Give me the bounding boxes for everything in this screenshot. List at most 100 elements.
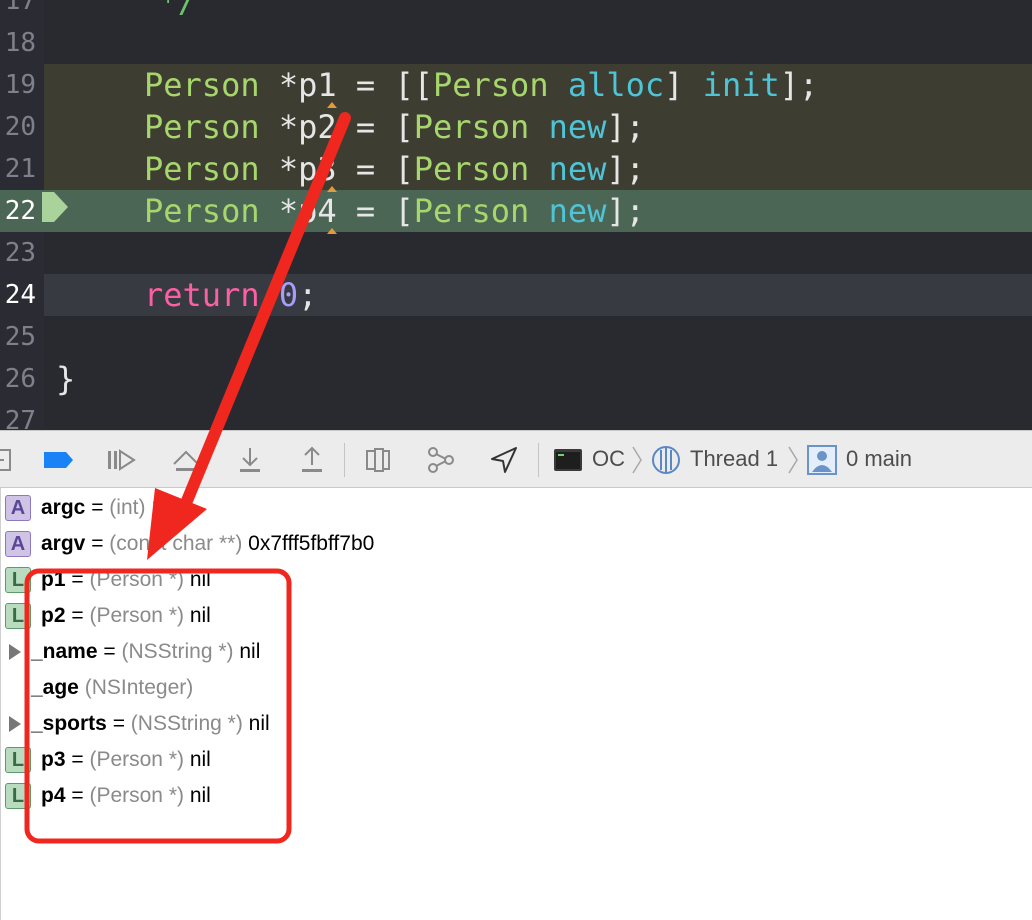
argument-badge-icon: A [5,531,31,557]
stack-frame-name[interactable]: 0 main [846,446,912,472]
variable-value: nil [183,748,211,771]
variable-type: (Person *) [89,568,184,591]
column-marker [327,186,337,192]
line-number: 24 [4,280,36,310]
variable-row[interactable]: Lp2 = (Person *) nil [1,598,1032,634]
code-token: alloc [567,66,665,104]
code-line[interactable]: 21 Person *p3 = [Person new]; [0,148,1032,190]
code-token: new [548,150,607,188]
line-gutter[interactable]: 19 [0,64,44,106]
step-over-icon[interactable] [170,444,202,476]
disclosure-triangle-icon[interactable] [9,716,21,732]
code-line[interactable]: 19 Person *p1 = [[Person alloc] init]; [0,64,1032,106]
code-token: } [56,360,76,398]
variable-equals: = [85,532,110,555]
process-name[interactable]: OC [592,446,625,472]
simulate-location-icon[interactable] [488,444,520,476]
variable-equals: = [106,712,131,735]
line-number: 27 [4,406,36,430]
variable-text: p3 = (Person *) nil [41,748,211,772]
code-token: 0 [278,276,299,314]
thread-icon [652,446,680,474]
code-token: ] [664,66,703,104]
variable-value: 0x7fff5fbff7b0 [242,532,375,555]
column-marker [327,228,337,234]
disclosure-triangle-icon[interactable] [9,644,21,660]
line-gutter[interactable]: 20 [0,106,44,148]
code-line[interactable]: 27 [0,400,1032,430]
variable-type: (Person *) [89,748,184,771]
line-gutter[interactable]: 26 [0,358,44,400]
code-line[interactable]: 17 */ [0,0,1032,22]
variable-row[interactable]: Lp3 = (Person *) nil [1,742,1032,778]
instruction-pointer-icon[interactable] [42,192,70,222]
variable-name: p4 [41,784,66,807]
variable-name: argc [41,496,86,519]
variable-row[interactable]: Aargv = (const char **) 0x7fff5fbff7b0 [1,526,1032,562]
thread-name[interactable]: Thread 1 [690,446,778,472]
toolbar-separator [344,443,345,477]
variable-value: nil [183,784,211,807]
code-line[interactable]: 23 [0,232,1032,274]
code-line[interactable]: 22 Person *p4 = [Person new]; [0,190,1032,232]
line-gutter[interactable]: 21 [0,148,44,190]
code-token: *p3 = [ [259,150,414,188]
code-text: Person *p4 = [Person new]; [144,190,645,232]
variable-row[interactable]: Aargc = (int) 1 [1,490,1032,526]
variable-equals: = [85,496,110,519]
code-text: Person *p1 = [[Person alloc] init]; [144,64,818,106]
line-gutter[interactable]: 24 [0,274,44,316]
debug-view-hierarchy-icon[interactable] [362,444,394,476]
code-token: Person [144,108,260,146]
hide-debug-area-icon[interactable] [0,444,18,476]
line-gutter[interactable]: 27 [0,400,44,430]
line-gutter[interactable]: 17 [0,0,44,22]
variable-row[interactable]: _age (NSInteger) [1,670,1032,706]
code-editor[interactable]: 17 */18 19 Person *p1 = [[Person alloc] in… [0,0,1032,430]
code-line[interactable]: 25 [0,316,1032,358]
local-variable-badge-icon: L [5,747,31,773]
debug-toolbar: OC Thread 1 0 main [0,430,1032,488]
continue-icon[interactable] [104,444,136,476]
line-number: 23 [4,238,36,268]
code-token: ; [298,276,318,314]
variable-text: argc = (int) 1 [41,496,163,520]
code-token: Person [413,150,530,188]
local-variable-badge-icon: L [5,567,31,593]
terminal-app-icon [554,449,582,471]
toolbar-separator [538,443,539,477]
variable-row[interactable]: _sports = (NSString *) nil [1,706,1032,742]
line-gutter[interactable]: 18 [0,22,44,64]
code-line[interactable]: 18 [0,22,1032,64]
line-gutter[interactable]: 25 [0,316,44,358]
variable-text: argv = (const char **) 0x7fff5fbff7b0 [41,532,374,556]
variable-row[interactable]: Lp4 = (Person *) nil [1,778,1032,814]
step-into-icon[interactable] [234,444,266,476]
code-line[interactable]: 26} [0,358,1032,400]
variable-row[interactable]: _name = (NSString *) nil [1,634,1032,670]
code-line[interactable]: 20 Person *p2 = [Person new]; [0,106,1032,148]
code-token: *p1 = [[ [259,66,433,104]
variable-text: _name = (NSString *) nil [31,640,260,664]
variable-type: (Person *) [89,784,184,807]
step-out-icon[interactable] [296,444,328,476]
breakpoints-toggle-icon[interactable] [42,444,74,476]
variable-name: _age [31,676,79,699]
variable-type: (NSInteger) [84,676,194,699]
line-gutter[interactable]: 23 [0,232,44,274]
line-number: 21 [4,154,36,184]
variable-value: nil [233,640,261,663]
debug-memory-graph-icon[interactable] [424,444,456,476]
variables-view[interactable]: Aargc = (int) 1 Aargv = (const char **) 0… [0,488,1032,920]
variable-name: p3 [41,748,66,771]
code-token: ]; [606,150,645,188]
variable-equals: = [65,784,90,807]
code-token: new [548,108,607,146]
line-gutter[interactable]: 22 [0,190,44,232]
chevron-right-icon [788,446,798,474]
variable-value: nil [242,712,270,735]
variable-row[interactable]: Lp1 = (Person *) nil [1,562,1032,598]
code-line[interactable]: 24 return 0; [0,274,1032,316]
